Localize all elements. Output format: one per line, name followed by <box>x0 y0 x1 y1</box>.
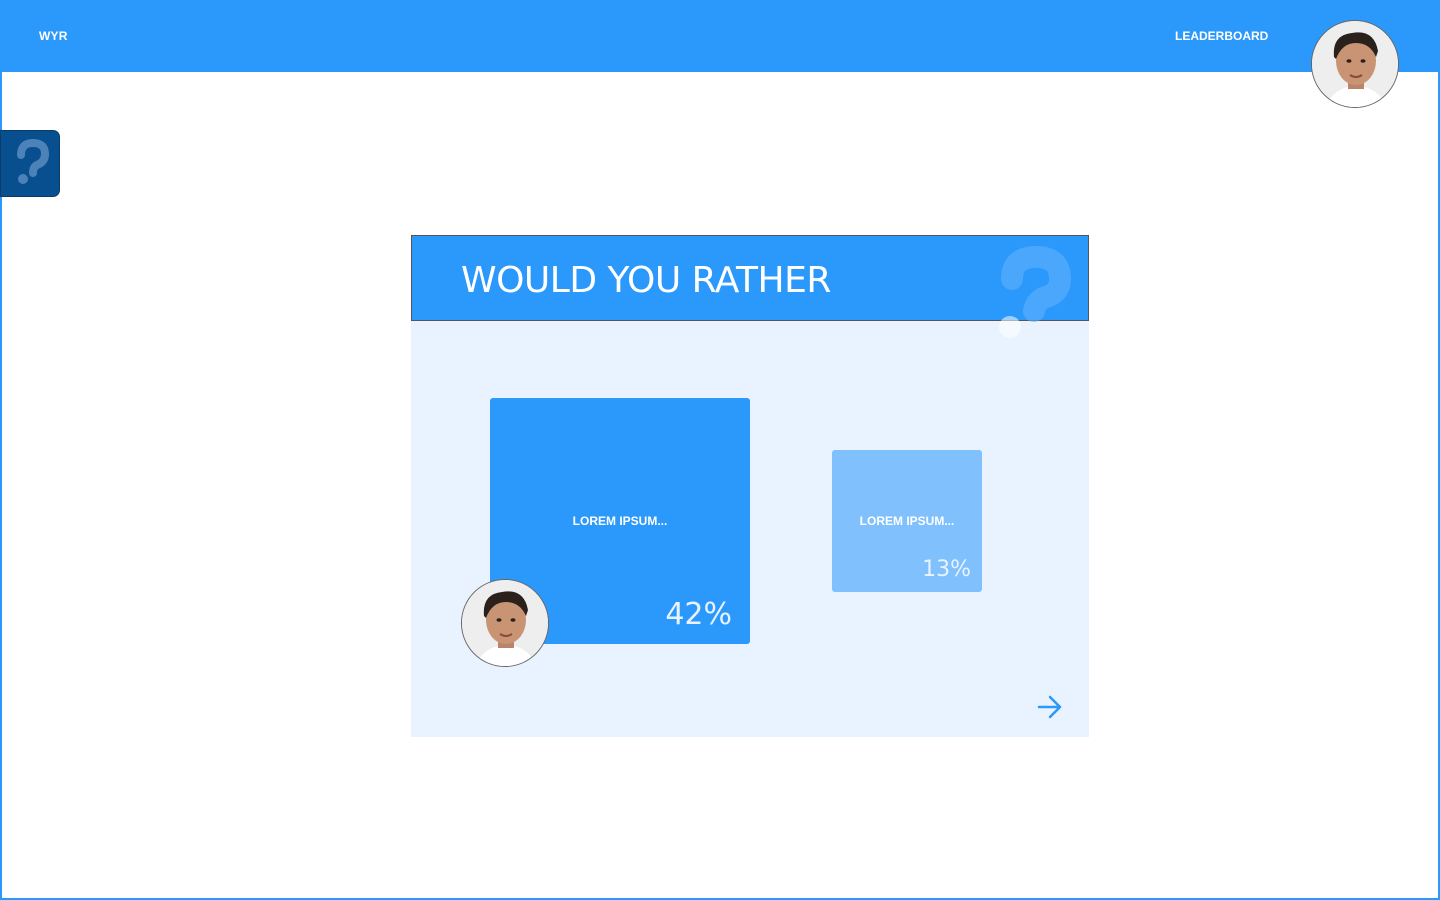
arrow-right-icon[interactable] <box>1036 693 1064 721</box>
leaderboard-link[interactable]: LEADERBOARD <box>1175 29 1268 43</box>
card-header: WOULD YOU RATHER <box>411 235 1089 321</box>
option-b-percent: 13% <box>922 557 971 582</box>
page-title: WOULD YOU RATHER <box>461 260 831 301</box>
user-avatar[interactable] <box>1311 20 1399 108</box>
brand-logo[interactable]: WYR <box>39 29 68 43</box>
question-mark-icon <box>17 138 50 184</box>
question-card: WOULD YOU RATHER LOREM IPSUM... 42% LORE… <box>411 235 1089 737</box>
voter-avatar <box>461 579 549 667</box>
help-tab[interactable] <box>0 130 60 197</box>
top-navbar: WYR LEADERBOARD <box>0 0 1440 72</box>
option-a-label: LOREM IPSUM... <box>572 514 668 528</box>
option-a-percent: 42% <box>665 597 732 632</box>
option-b-card[interactable]: LOREM IPSUM... 13% <box>832 450 982 592</box>
avatar-photo-icon <box>1312 21 1398 107</box>
avatar-photo-icon <box>462 580 548 666</box>
question-mark-icon <box>999 245 1072 338</box>
option-b-label: LOREM IPSUM... <box>859 514 955 528</box>
